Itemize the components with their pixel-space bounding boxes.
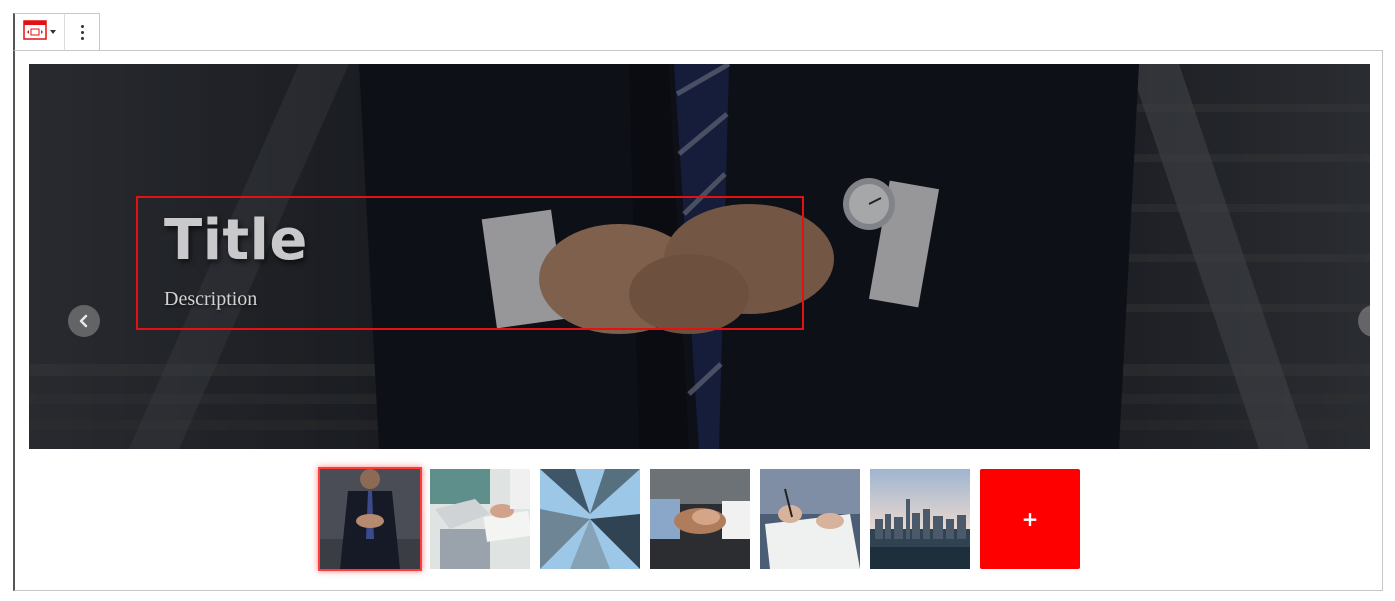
thumbnail-handshake[interactable] — [650, 469, 750, 569]
thumbnail-laptop[interactable] — [430, 469, 530, 569]
slide-caption[interactable]: Title Description — [136, 196, 804, 330]
slide-title[interactable]: Title — [164, 208, 308, 273]
add-slide-button[interactable]: + — [980, 469, 1080, 569]
slide-description[interactable]: Description — [164, 288, 257, 311]
slider-block-icon — [23, 19, 47, 45]
thumbnail-signing[interactable] — [760, 469, 860, 569]
vertical-ellipsis-icon — [80, 24, 84, 28]
thumbnail-skyscrapers[interactable] — [540, 469, 640, 569]
chevron-right-icon — [1368, 314, 1370, 328]
thumbnail-city-skyline[interactable] — [870, 469, 970, 569]
thumbnail-businessman[interactable] — [318, 467, 422, 571]
thumbnail-strip: + — [318, 467, 1080, 571]
block-type-switcher[interactable] — [15, 14, 65, 50]
slider-prev-button[interactable] — [68, 305, 100, 337]
more-options-button[interactable] — [65, 14, 99, 50]
chevron-left-icon — [79, 314, 88, 328]
caret-down-icon — [50, 30, 56, 34]
block-toolbar — [13, 13, 100, 50]
